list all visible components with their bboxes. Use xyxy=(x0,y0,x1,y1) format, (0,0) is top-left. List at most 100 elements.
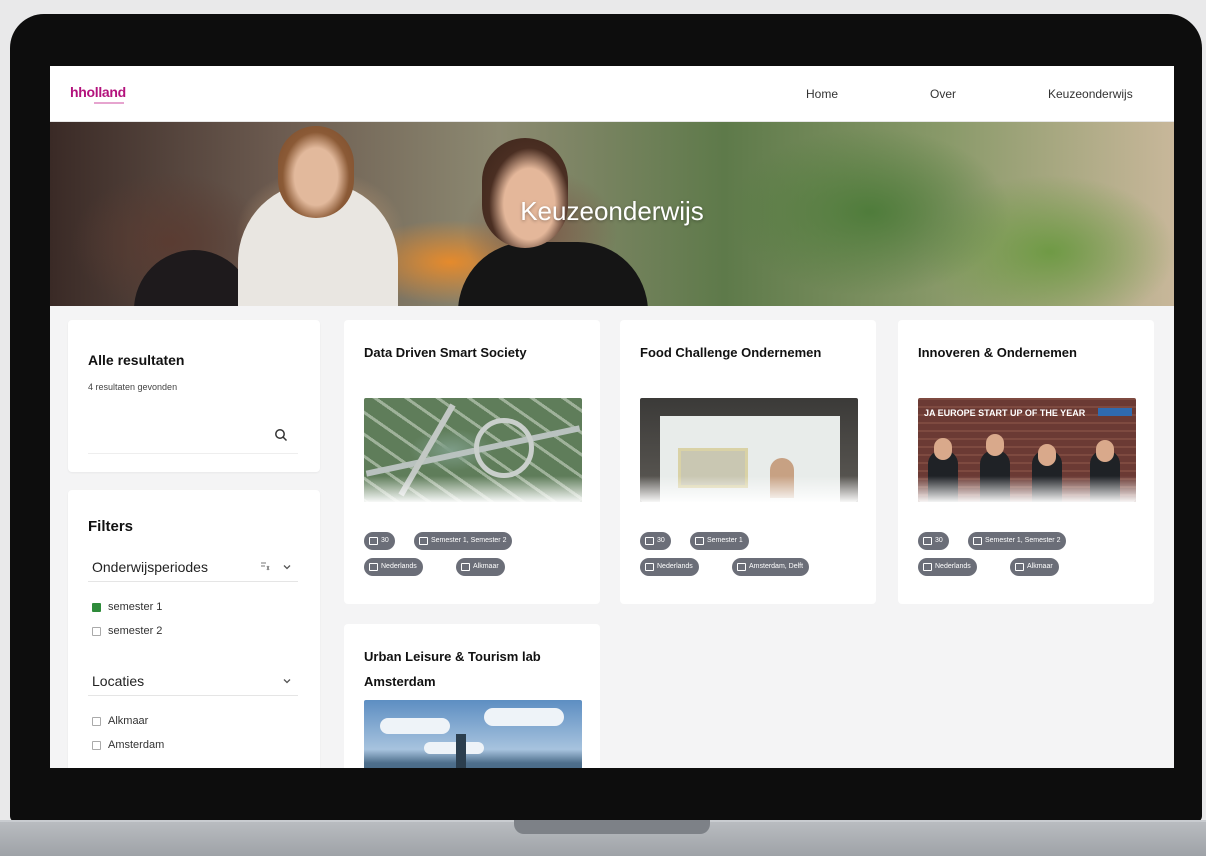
top-navigation: hholland Home Over Keuzeonderwijs xyxy=(50,66,1174,122)
course-card[interactable]: Urban Leisure & Tourism lab Amsterdam xyxy=(344,624,600,768)
language-icon xyxy=(369,563,378,571)
logo-underline xyxy=(94,102,124,104)
image-banner-badge xyxy=(1098,408,1132,416)
nav-home[interactable]: Home xyxy=(806,87,838,101)
tag-text: Semester 1, Semester 2 xyxy=(431,537,507,544)
chevron-down-icon[interactable] xyxy=(282,676,292,686)
checkbox-unchecked[interactable] xyxy=(92,741,101,750)
credits-icon xyxy=(645,537,654,545)
image-person-head xyxy=(1096,440,1114,462)
tag-location: Alkmaar xyxy=(1010,558,1059,576)
course-image-presentation xyxy=(640,398,858,502)
image-cloud xyxy=(380,718,450,734)
course-card[interactable]: Innoveren & Ondernemen JA EUROPE START U… xyxy=(898,320,1154,604)
tag-period: Semester 1, Semester 2 xyxy=(968,532,1067,550)
chevron-down-icon[interactable] xyxy=(282,562,292,572)
image-fade xyxy=(918,476,1136,502)
image-fade xyxy=(640,476,858,502)
course-title[interactable]: Data Driven Smart Society xyxy=(364,340,584,365)
building-icon xyxy=(1015,563,1024,571)
search-icon[interactable] xyxy=(274,428,288,442)
image-cloud xyxy=(484,708,564,726)
tag-text: Nederlands xyxy=(657,563,693,570)
course-image-startup-award: JA EUROPE START UP OF THE YEAR xyxy=(918,398,1136,502)
laptop-notch xyxy=(514,820,710,834)
tag-location: Alkmaar xyxy=(456,558,505,576)
tag-text: Amsterdam, Delft xyxy=(749,563,804,570)
calendar-icon xyxy=(973,537,982,545)
course-image-amsterdam-skyline xyxy=(364,700,582,768)
search-input[interactable] xyxy=(88,418,298,454)
tag-text: Nederlands xyxy=(381,563,417,570)
image-person-head xyxy=(934,438,952,460)
tag-text: Semester 1, Semester 2 xyxy=(985,537,1061,544)
hero-title: Keuzeonderwijs xyxy=(520,196,704,226)
credits-icon xyxy=(369,537,378,545)
building-icon xyxy=(737,563,746,571)
image-person-head xyxy=(1038,444,1056,466)
tag-text: Nederlands xyxy=(935,563,971,570)
hero-photo-figure xyxy=(134,250,254,306)
results-count: 4 resultaten gevonden xyxy=(88,382,178,392)
tag-text: 30 xyxy=(935,537,943,544)
nav-keuzeonderwijs[interactable]: Keuzeonderwijs xyxy=(1048,87,1133,101)
period-option-label: semester 1 xyxy=(108,601,163,613)
tag-credits: 30 xyxy=(918,532,949,550)
tag-period: Semester 1 xyxy=(690,532,749,550)
tag-period: Semester 1, Semester 2 xyxy=(414,532,513,550)
course-title[interactable]: Food Challenge Ondernemen xyxy=(640,340,860,365)
tag-text: Semester 1 xyxy=(707,537,743,544)
image-interchange xyxy=(474,418,534,478)
hero-banner: Keuzeonderwijs xyxy=(50,122,1174,306)
building-icon xyxy=(461,563,470,571)
filter-clear-icon[interactable] xyxy=(260,561,270,571)
browser-screen: hholland Home Over Keuzeonderwijs Keuzeo… xyxy=(50,66,1174,768)
tag-credits: 30 xyxy=(640,532,671,550)
course-title[interactable]: Innoveren & Ondernemen xyxy=(918,340,1138,365)
location-option-label: Alkmaar xyxy=(108,715,149,727)
tag-credits: 30 xyxy=(364,532,395,550)
image-tower xyxy=(456,734,466,768)
credits-icon xyxy=(923,537,932,545)
checkbox-checked[interactable] xyxy=(92,603,101,612)
results-title: Alle resultaten xyxy=(88,352,185,368)
calendar-icon xyxy=(695,537,704,545)
tag-language: Nederlands xyxy=(640,558,699,576)
course-card[interactable]: Food Challenge Ondernemen 30 Semester 1 … xyxy=(620,320,876,604)
image-banner-text: JA EUROPE START UP OF THE YEAR xyxy=(924,408,1086,418)
language-icon xyxy=(923,563,932,571)
tag-language: Nederlands xyxy=(918,558,977,576)
tag-location: Amsterdam, Delft xyxy=(732,558,810,576)
course-title[interactable]: Urban Leisure & Tourism lab Amsterdam xyxy=(364,644,584,694)
tag-text: 30 xyxy=(381,537,389,544)
periods-dropdown[interactable]: Onderwijsperiodes xyxy=(88,552,298,582)
image-cloud xyxy=(424,742,484,754)
image-person-head xyxy=(986,434,1004,456)
hero-photo-head-right xyxy=(482,138,568,248)
checkbox-unchecked[interactable] xyxy=(92,627,101,636)
tag-language: Nederlands xyxy=(364,558,423,576)
main-content: Alle resultaten 4 resultaten gevonden Fi… xyxy=(50,306,1174,768)
filters-title: Filters xyxy=(88,518,134,535)
tag-text: 30 xyxy=(657,537,665,544)
filters-panel: Filters Onderwijsperiodes semester 1 sem… xyxy=(68,490,320,768)
image-fade xyxy=(364,476,582,502)
locations-dropdown-label: Locaties xyxy=(92,673,145,689)
course-image-aerial-highway xyxy=(364,398,582,502)
checkbox-unchecked[interactable] xyxy=(92,717,101,726)
nav-over[interactable]: Over xyxy=(930,87,956,101)
calendar-icon xyxy=(419,537,428,545)
site-logo[interactable]: hholland xyxy=(70,84,126,100)
tag-text: Alkmaar xyxy=(473,563,499,570)
location-option-label: Amsterdam xyxy=(108,739,165,751)
image-road xyxy=(365,425,581,477)
course-card[interactable]: Data Driven Smart Society 30 Semester 1,… xyxy=(344,320,600,604)
locations-dropdown[interactable]: Locaties xyxy=(88,666,298,696)
tag-text: Alkmaar xyxy=(1027,563,1053,570)
language-icon xyxy=(645,563,654,571)
results-panel: Alle resultaten 4 resultaten gevonden xyxy=(68,320,320,472)
hero-photo-person-right xyxy=(458,242,648,306)
periods-dropdown-label: Onderwijsperiodes xyxy=(92,559,208,575)
period-option-label: semester 2 xyxy=(108,625,163,637)
laptop-frame: hholland Home Over Keuzeonderwijs Keuzeo… xyxy=(0,0,1206,856)
